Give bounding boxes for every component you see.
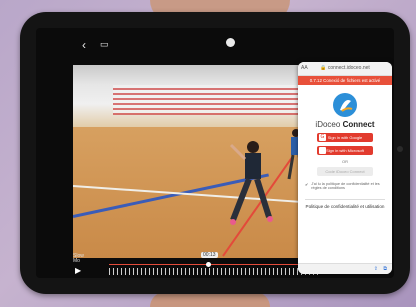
- or-separator: OR: [342, 159, 348, 164]
- stadium-seats: [113, 85, 303, 115]
- play-icon[interactable]: ▶: [75, 266, 81, 275]
- back-chevron-icon[interactable]: ‹: [82, 39, 86, 51]
- ipad-screen: ‹ ▭ Slow Mo ▶ 00:13 AA 🔒 connect.idoceo.…: [36, 28, 394, 278]
- airplay-icon[interactable]: ▭: [100, 38, 109, 50]
- record-icon[interactable]: [226, 38, 235, 47]
- brand-bold: Connect: [342, 120, 375, 129]
- video-toolbar: ‹ ▭: [36, 28, 394, 62]
- privacy-policy-link[interactable]: Politique de confidentialité et utilisat…: [305, 199, 385, 209]
- browser-url-bar[interactable]: AA 🔒 connect.idoceo.net: [298, 62, 392, 76]
- idoceo-logo-mark: [340, 100, 353, 112]
- tabs-icon[interactable]: ⧉: [383, 266, 387, 272]
- browser-bottom-bar: ⇪ ⧉: [298, 263, 392, 274]
- browser-url[interactable]: connect.idoceo.net: [328, 65, 370, 71]
- timeline-time-badge: 00:13: [201, 252, 218, 258]
- timeline-ticks[interactable]: [109, 268, 319, 275]
- ipad-device: ‹ ▭ Slow Mo ▶ 00:13 AA 🔒 connect.idoceo.…: [20, 12, 410, 294]
- video-frame[interactable]: [73, 65, 323, 258]
- brand-light: iDoceo: [315, 120, 341, 129]
- microsoft-icon: [319, 147, 326, 154]
- microsoft-signin-label: Sign in with Microsoft: [326, 148, 364, 153]
- google-icon: G: [319, 134, 326, 141]
- player-main: [229, 141, 273, 225]
- share-icon[interactable]: ⇪: [374, 266, 378, 272]
- video-timeline[interactable]: Slow Mo ▶ 00:13: [73, 252, 323, 278]
- timeline-progress: [109, 264, 319, 265]
- brand-title: iDoceo Connect: [298, 120, 392, 129]
- terms-checkbox-row[interactable]: ✔ J'ai lu la politique de confidentialit…: [305, 182, 385, 190]
- google-signin-button[interactable]: G Sign in with Google: [317, 133, 373, 142]
- microsoft-signin-button[interactable]: Sign in with Microsoft: [317, 146, 373, 155]
- timeline-scrubber[interactable]: [206, 262, 211, 267]
- reader-mode-icon[interactable]: AA: [301, 62, 308, 75]
- idoceo-logo: [333, 93, 357, 117]
- ipad-camera: [397, 146, 403, 152]
- terms-text: J'ai lu la politique de confidentialité …: [311, 182, 380, 190]
- lock-icon: 🔒: [320, 65, 327, 71]
- google-signin-label: Sign in with Google: [327, 135, 363, 140]
- hand-bottom: [150, 292, 270, 307]
- slow-mo-label[interactable]: Slow Mo: [73, 254, 84, 264]
- code-login-button[interactable]: Code iDoceo Connect: [317, 167, 373, 176]
- checkmark-icon[interactable]: ✔: [305, 182, 308, 190]
- browser-overlay: AA 🔒 connect.idoceo.net 0.7.12 Conexió d…: [298, 62, 392, 274]
- notice-banner: 0.7.12 Conexió de fichiers est activé: [298, 76, 392, 85]
